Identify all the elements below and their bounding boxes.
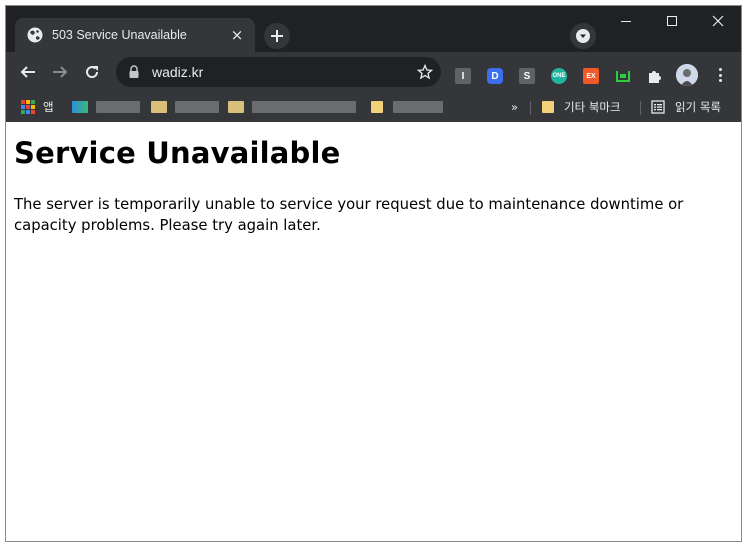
reading-list-label: 읽기 목록 xyxy=(675,100,721,114)
tab-search-button[interactable] xyxy=(570,23,596,49)
menu-dot-icon xyxy=(718,68,722,71)
maximize-icon xyxy=(667,16,677,26)
forward-button[interactable] xyxy=(48,60,72,84)
green-bracket-icon xyxy=(616,71,630,82)
menu-dot-icon xyxy=(718,79,722,82)
apps-label: 앱 xyxy=(43,100,54,114)
back-button[interactable] xyxy=(16,60,40,84)
green-extension-icon[interactable] xyxy=(615,68,631,84)
blurred-bookmark-label xyxy=(393,101,443,113)
bookmark-item[interactable] xyxy=(151,99,219,115)
toolbar: wadiz.kr I D S ONE EX xyxy=(6,52,741,92)
reload-icon xyxy=(86,66,99,79)
arrow-left-icon xyxy=(20,66,35,78)
tab-title: 503 Service Unavailable xyxy=(52,28,187,42)
bookmark-item[interactable] xyxy=(228,99,356,115)
reading-list[interactable]: 읽기 목록 xyxy=(651,99,721,115)
address-bar[interactable]: wadiz.kr xyxy=(116,57,441,87)
new-tab-button[interactable] xyxy=(264,23,290,49)
globe-icon xyxy=(27,27,43,43)
tab-close-button[interactable]: × xyxy=(229,26,245,44)
active-tab[interactable]: 503 Service Unavailable × xyxy=(15,18,255,52)
blurred-bookmark-label xyxy=(252,101,356,113)
page-heading: Service Unavailable xyxy=(14,136,341,170)
other-bookmarks[interactable]: 기타 북마크 xyxy=(542,99,621,115)
blurred-bookmark-label xyxy=(175,101,219,113)
bookmarks-divider xyxy=(640,101,641,115)
close-window-button[interactable] xyxy=(695,6,741,36)
error-message: The server is temporarily unable to serv… xyxy=(14,196,684,234)
plus-icon xyxy=(271,30,283,42)
more-bookmarks-button[interactable]: » xyxy=(511,99,518,115)
blurred-favicon xyxy=(371,101,383,113)
more-bookmarks-chevron: » xyxy=(511,100,519,114)
bookmark-item[interactable] xyxy=(72,99,140,115)
url-text: wadiz.kr xyxy=(152,64,204,80)
browser-window: 503 Service Unavailable × wadiz.kr I D S… xyxy=(5,5,742,542)
profile-avatar[interactable] xyxy=(676,64,698,86)
page-content: Service Unavailable The server is tempor… xyxy=(6,122,741,541)
i-extension-icon[interactable]: I xyxy=(455,68,471,84)
menu-dot-icon xyxy=(718,73,722,77)
puzzle-icon[interactable] xyxy=(647,68,663,84)
minimize-icon xyxy=(621,20,631,22)
apps-shortcut[interactable]: 앱 xyxy=(21,99,54,115)
arrow-right-icon xyxy=(53,66,68,78)
blurred-favicon xyxy=(151,101,167,113)
apps-grid-icon xyxy=(21,100,35,114)
blurred-favicon xyxy=(72,101,88,113)
avatar-icon xyxy=(676,64,698,86)
blurred-bookmark-label xyxy=(96,101,140,113)
reload-button[interactable] xyxy=(80,60,104,84)
chevron-down-icon xyxy=(576,29,590,43)
bookmarks-divider xyxy=(530,101,531,115)
other-bookmarks-label: 기타 북마크 xyxy=(564,100,621,114)
close-icon xyxy=(712,15,724,27)
one-extension-icon[interactable]: ONE xyxy=(551,68,567,84)
blurred-favicon xyxy=(228,101,244,113)
ex-extension-icon[interactable]: EX xyxy=(583,68,599,84)
folder-icon xyxy=(542,101,554,113)
title-bar: 503 Service Unavailable × xyxy=(6,6,741,52)
extensions-puzzle-icon xyxy=(649,71,661,83)
star-icon[interactable] xyxy=(417,64,433,80)
chrome-menu-button[interactable] xyxy=(713,66,727,84)
bookmark-item[interactable] xyxy=(371,99,443,115)
reading-list-icon xyxy=(651,100,665,114)
lock-icon xyxy=(129,65,139,78)
maximize-button[interactable] xyxy=(649,6,695,36)
window-controls xyxy=(603,6,741,36)
s-extension-icon[interactable]: S xyxy=(519,68,535,84)
d-extension-icon[interactable]: D xyxy=(487,68,503,84)
bookmarks-bar: 앱 » 기타 북마크 읽기 목록 xyxy=(6,92,741,122)
minimize-button[interactable] xyxy=(603,6,649,36)
